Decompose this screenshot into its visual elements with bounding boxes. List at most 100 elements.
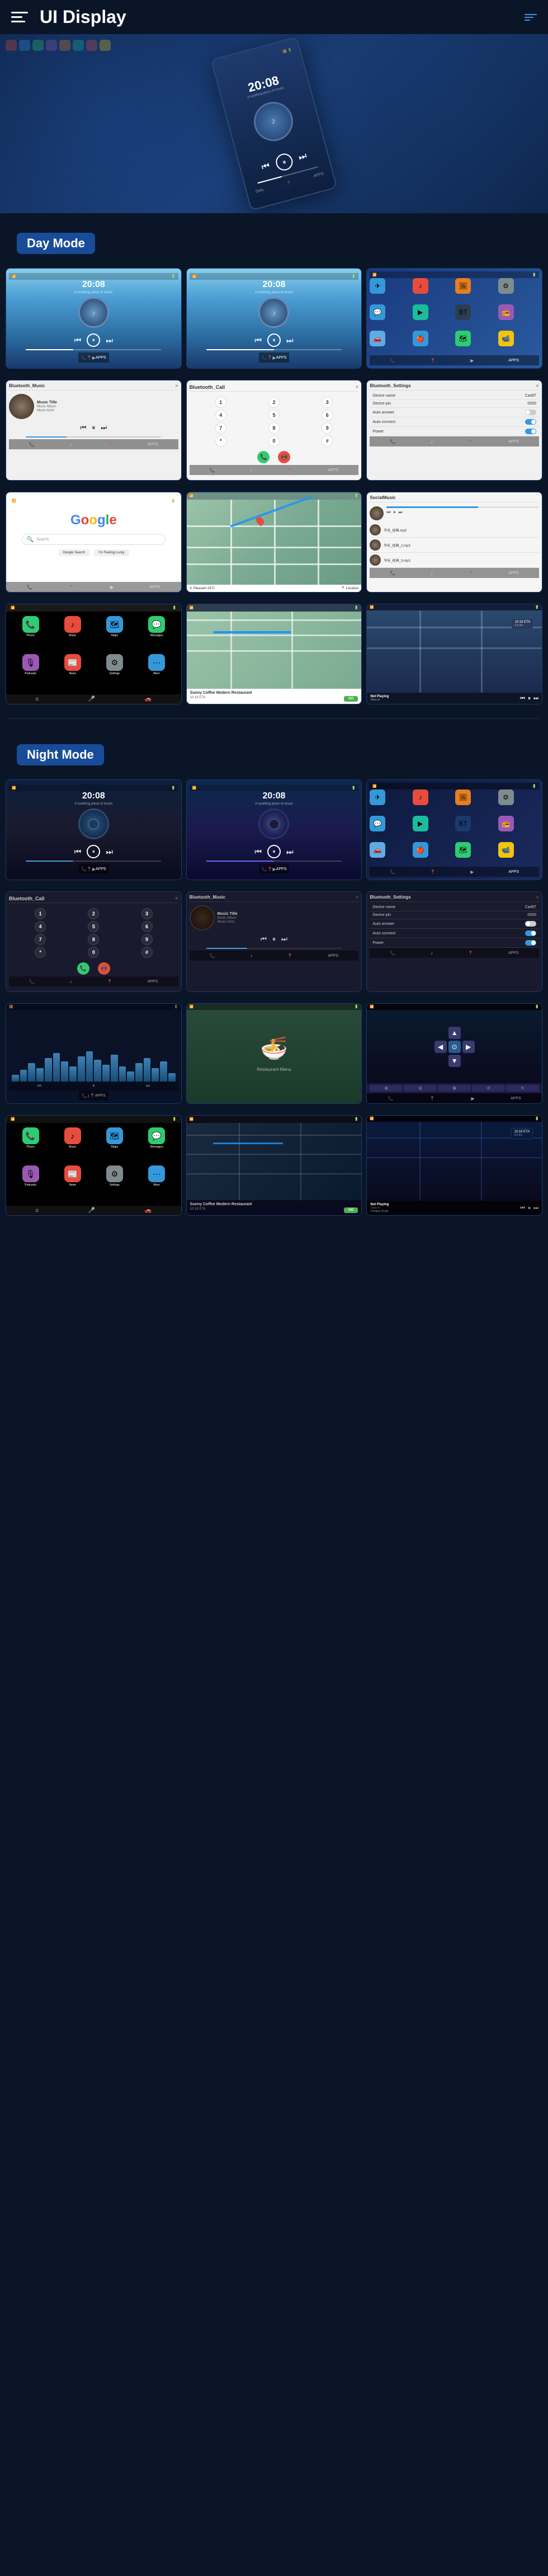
- prev-btn-2[interactable]: ⏮: [254, 336, 262, 345]
- night-key-6[interactable]: 6: [141, 921, 153, 932]
- app-radio[interactable]: 📻: [498, 304, 514, 320]
- night-eq-card[interactable]: 📶 🔋: [6, 1003, 182, 1104]
- night-car-prev[interactable]: ⏮: [520, 1205, 525, 1211]
- night-app-carplay[interactable]: 🍎: [413, 842, 428, 858]
- key-4[interactable]: 4: [215, 410, 226, 421]
- nav-right[interactable]: ▶: [462, 1041, 475, 1053]
- key-5[interactable]: 5: [268, 410, 280, 421]
- cp-settings[interactable]: ⚙ Settings: [95, 654, 134, 690]
- end-call-btn[interactable]: 📵: [278, 451, 290, 463]
- local-music-item-2[interactable]: 华乐_经典_2.mp3: [370, 538, 539, 553]
- nav-lines-icon[interactable]: [525, 14, 537, 21]
- night-bt-prev[interactable]: ⏮: [261, 935, 267, 943]
- night-car-play[interactable]: ⏸: [528, 1205, 531, 1211]
- day-music-player-1[interactable]: 📶 🔋 20:08 A soothing piece of music ♪ ⏮ …: [6, 268, 182, 369]
- night-cp-messages[interactable]: 💬 Messages: [136, 1127, 176, 1163]
- key-6[interactable]: 6: [322, 410, 333, 421]
- bt-settings-card[interactable]: Bluetooth_Settings ✕ Device name CarBT D…: [366, 380, 542, 481]
- night-auto-connect-toggle[interactable]: [525, 930, 536, 936]
- nav-left[interactable]: ◀: [434, 1041, 447, 1053]
- night-app-carlife[interactable]: 🚗: [370, 842, 385, 858]
- night-nav-btn-3[interactable]: ⊠: [438, 1085, 471, 1092]
- key-0[interactable]: 0: [268, 435, 280, 446]
- cp-news[interactable]: 📰 News: [53, 654, 92, 690]
- next-btn-1[interactable]: ⏭: [106, 336, 113, 345]
- night-prev-2[interactable]: ⏮: [254, 847, 262, 857]
- night-app-map[interactable]: 🗺: [455, 842, 471, 858]
- night-bt-settings-card[interactable]: Bluetooth_Settings ✕ Device name CarBT D…: [366, 891, 542, 992]
- car-next[interactable]: ⏭: [533, 695, 538, 702]
- key-star[interactable]: *: [215, 435, 226, 446]
- night-key-3[interactable]: 3: [141, 908, 153, 919]
- night-play-1[interactable]: ⏸: [87, 845, 100, 858]
- key-3[interactable]: 3: [322, 397, 333, 408]
- cp-more[interactable]: ⋯ More: [136, 654, 176, 690]
- night-eq-play[interactable]: ⏸: [92, 1083, 95, 1089]
- night-key-7[interactable]: 7: [35, 934, 46, 945]
- cp-podcast[interactable]: 🎙 Podcasts: [11, 654, 50, 690]
- bt-music-card[interactable]: Bluetooth_Music ✕ Music Title Music Albu…: [6, 380, 182, 481]
- nav-down[interactable]: ▼: [448, 1055, 461, 1067]
- google-search-btn[interactable]: Google Search: [58, 549, 89, 556]
- night-go-btn[interactable]: GO: [344, 1207, 358, 1213]
- night-next-1[interactable]: ⏭: [106, 847, 113, 857]
- key-1[interactable]: 1: [215, 397, 226, 408]
- night-nav-btn-1[interactable]: ⊞: [370, 1085, 403, 1092]
- night-key-2[interactable]: 2: [88, 908, 99, 919]
- day-apps-screen[interactable]: 📶 🔋 ✈ ♪ 🖼 ⚙ 💬 ▶ BT 📻 🚗 🍎 🗺 📹: [366, 268, 542, 369]
- car-prev[interactable]: ⏮: [520, 695, 525, 702]
- night-auto-answer-toggle[interactable]: [525, 921, 536, 927]
- bt-play[interactable]: ⏸: [92, 424, 95, 432]
- night-app-wechat[interactable]: 💬: [370, 816, 385, 831]
- cp-home[interactable]: ⌂: [35, 696, 39, 702]
- call-btn[interactable]: 📞: [257, 451, 270, 463]
- night-app-photos[interactable]: 🖼: [455, 789, 471, 805]
- night-key-4[interactable]: 4: [35, 921, 46, 932]
- night-cp-siri[interactable]: 🎤: [88, 1207, 95, 1214]
- night-cp-phone[interactable]: 📞 Phone: [11, 1127, 50, 1163]
- night-music-player-1[interactable]: 📶 🔋 20:08 A soothing piece of music ⏮ ⏸ …: [6, 779, 182, 880]
- night-nav-btn-2[interactable]: ⊟: [404, 1085, 437, 1092]
- key-2[interactable]: 2: [268, 397, 280, 408]
- night-key-9[interactable]: 9: [141, 934, 153, 945]
- lucky-btn[interactable]: I'm Feeling Lucky: [94, 549, 129, 556]
- night-app-iqiyi[interactable]: ▶: [413, 816, 428, 831]
- night-app-video[interactable]: 📹: [498, 842, 514, 858]
- night-key-hash[interactable]: #: [141, 947, 153, 958]
- cp-car[interactable]: 🚗: [145, 696, 152, 702]
- google-search-bar[interactable]: 🔍 Search: [22, 534, 166, 545]
- app-map[interactable]: 🗺: [455, 331, 471, 346]
- nav-go-btn[interactable]: GO: [344, 696, 358, 702]
- app-music[interactable]: ♪: [413, 278, 428, 294]
- night-cp-home[interactable]: ⌂: [35, 1207, 39, 1214]
- hero-prev-icon[interactable]: ⏮: [261, 161, 271, 173]
- night-music-player-2[interactable]: 📶 🔋 20:08 A soothing piece of music ⏮ ⏸ …: [186, 779, 362, 880]
- nav-center[interactable]: ⊙: [448, 1041, 461, 1053]
- cp-maps[interactable]: 🗺 Maps: [95, 616, 134, 652]
- car-play[interactable]: ⏸: [528, 695, 531, 702]
- bt-call-card[interactable]: Bluetooth_Call ✕ 1 2 3 4 5 6 7 8 9 * 0 #: [186, 380, 362, 481]
- google-card[interactable]: 📶 🔋 Google 🔍 Search Google Search I'm Fe…: [6, 492, 182, 593]
- social-next[interactable]: ⏭: [399, 510, 403, 515]
- app-bt[interactable]: BT: [455, 304, 471, 320]
- night-eq-next[interactable]: ⏭: [146, 1083, 150, 1089]
- social-music-card[interactable]: SocialMusic ⏮ ⏸ ⏭: [366, 492, 542, 593]
- map-card[interactable]: 📶 🔋 ☀ Pleasant 24°C 📍 Locati: [186, 492, 362, 593]
- night-cp-more[interactable]: ⋯ More: [136, 1165, 176, 1201]
- night-nav-btn-5[interactable]: ↻: [506, 1085, 539, 1092]
- night-eq-prev[interactable]: ⏮: [37, 1083, 41, 1089]
- night-app-bt[interactable]: BT: [455, 816, 471, 831]
- social-play[interactable]: ⏸: [394, 510, 396, 515]
- car-nav-card[interactable]: 📶 🔋 10:18 ETA 9.0 km Not Playing: [366, 604, 542, 704]
- bt-prev[interactable]: ⏮: [81, 424, 87, 432]
- menu-icon[interactable]: [11, 7, 31, 27]
- night-play-2[interactable]: ⏸: [267, 845, 281, 858]
- power-toggle[interactable]: [525, 429, 536, 434]
- night-cp-podcast[interactable]: 🎙 Podcasts: [11, 1165, 50, 1201]
- cp-music[interactable]: ♪ Music: [53, 616, 92, 652]
- night-car-next[interactable]: ⏭: [533, 1205, 538, 1211]
- cp-messages[interactable]: 💬 Messages: [136, 616, 176, 652]
- app-wechat[interactable]: 💬: [370, 304, 385, 320]
- night-nav-btn-4[interactable]: ↺: [472, 1085, 505, 1092]
- night-key-0[interactable]: 0: [88, 947, 99, 958]
